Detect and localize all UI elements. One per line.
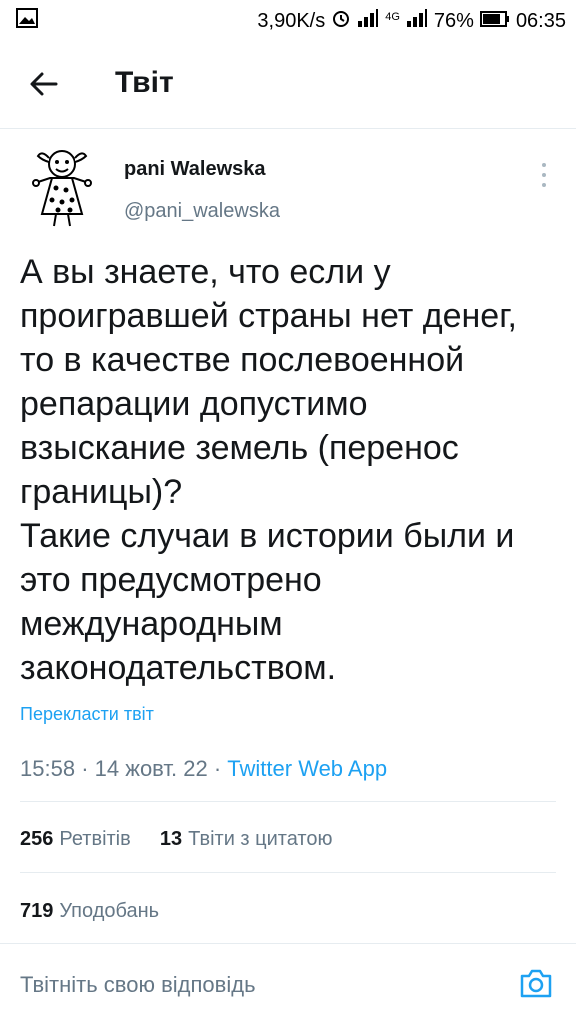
battery-icon: [479, 10, 510, 33]
meta-separator: ·: [81, 756, 95, 781]
meta-separator: ·: [213, 756, 228, 781]
divider: [0, 943, 576, 944]
tweet-text: А вы знаете, что если у проигравшей стра…: [20, 253, 517, 687]
tweet-meta: 15:58 · 14 жовт. 22 · Twitter Web App: [20, 756, 387, 782]
camera-icon: [520, 969, 552, 998]
tweet-source-link[interactable]: Twitter Web App: [227, 756, 387, 781]
likes-stats: 719 Уподобань: [20, 900, 159, 923]
signal-icon: [357, 9, 379, 33]
clock: 06:35: [515, 9, 566, 32]
avatar[interactable]: [18, 142, 106, 230]
engagement-stats: 256 Ретвітів 13 Твіти з цитатою: [20, 828, 332, 851]
divider: [20, 801, 556, 802]
gallery-notification-icon: [16, 8, 38, 34]
network-type: 4G: [385, 11, 400, 23]
back-button[interactable]: [22, 62, 66, 106]
likes-stat[interactable]: 719 Уподобань: [20, 900, 159, 922]
status-bar: 3,90K/s 4G 76% 06:35: [0, 0, 576, 40]
quotes-count: 13: [159, 828, 183, 850]
tweet-date: 14 жовт. 22: [94, 756, 208, 781]
divider: [20, 872, 556, 873]
arrow-left-icon: [30, 72, 58, 96]
translate-tweet-link[interactable]: Перекласти твіт: [20, 704, 154, 725]
likes-count: 719: [20, 900, 54, 922]
reply-bar: [0, 945, 576, 1024]
signal-icon-2: [406, 9, 428, 33]
alarm-icon: [331, 8, 351, 34]
retweets-label: Ретвітів: [59, 828, 131, 850]
camera-button[interactable]: [516, 963, 556, 1003]
quotes-label: Твіти з цитатою: [188, 828, 333, 850]
battery-percent: 76%: [433, 9, 474, 32]
page-title: Твіт: [115, 66, 174, 99]
retweets-count: 256: [20, 828, 54, 850]
app-header: Твіт: [0, 40, 576, 129]
tweet-time: 15:58: [20, 756, 76, 781]
author-handle[interactable]: @pani_walewska: [124, 200, 280, 223]
retweets-stat[interactable]: 256 Ретвітів: [20, 828, 131, 850]
reply-input[interactable]: [20, 963, 500, 1007]
network-speed: 3,90K/s: [257, 9, 326, 32]
author-name[interactable]: pani Walewska: [124, 158, 266, 181]
kebab-menu-icon: [542, 163, 546, 187]
likes-label: Уподобань: [59, 900, 160, 922]
more-options-button[interactable]: [534, 160, 554, 190]
quotes-stat[interactable]: 13 Твіти з цитатою: [160, 828, 333, 850]
